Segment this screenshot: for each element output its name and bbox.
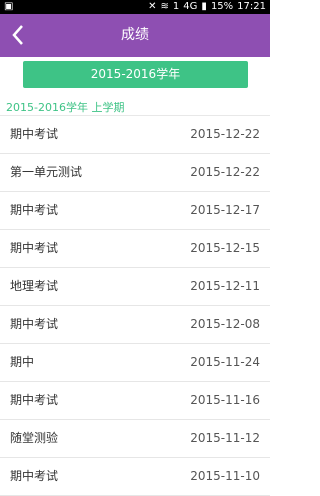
wifi-icon: ≋ bbox=[160, 1, 169, 12]
exam-date: 2015-12-17 bbox=[190, 203, 260, 217]
exam-name: 期中 bbox=[10, 355, 35, 369]
exam-name: 期中考试 bbox=[10, 241, 59, 255]
list-item[interactable]: 期中考试 2015-12-08 bbox=[0, 306, 270, 344]
exam-name: 地理考试 bbox=[10, 279, 59, 293]
list-item[interactable]: 期中考试 2015-11-10 bbox=[0, 458, 270, 496]
list-item[interactable]: 期中考试 2015-12-17 bbox=[0, 192, 270, 230]
signal-icon: ▮ bbox=[201, 1, 207, 12]
battery-level: 15% bbox=[210, 1, 234, 12]
status-left: ▣ bbox=[4, 1, 13, 13]
year-selector-button[interactable]: 2015-2016学年 bbox=[23, 61, 248, 88]
mute-icon: ✕ bbox=[148, 1, 157, 12]
exam-date: 2015-11-12 bbox=[190, 431, 260, 445]
exam-date: 2015-12-08 bbox=[190, 317, 260, 331]
list-item[interactable]: 第一单元测试 2015-12-22 bbox=[0, 154, 270, 192]
list-item[interactable]: 期中考试 2015-12-15 bbox=[0, 230, 270, 268]
exam-date: 2015-11-16 bbox=[190, 393, 260, 407]
status-right: ✕ ≋ 1 4G ▮ 15% 17:21 bbox=[148, 1, 266, 13]
status-bar: ▣ ✕ ≋ 1 4G ▮ 15% 17:21 bbox=[0, 0, 270, 14]
exam-list: 期中考试 2015-12-22 第一单元测试 2015-12-22 期中考试 2015-1… bbox=[0, 116, 270, 496]
exam-name: 期中考试 bbox=[10, 469, 59, 483]
exam-date: 2015-12-22 bbox=[190, 165, 260, 179]
header: 成绩 bbox=[0, 14, 270, 57]
section-title: 2015-2016学年 上学期 bbox=[6, 101, 125, 114]
exam-name: 期中考试 bbox=[10, 317, 59, 331]
list-item[interactable]: 期中考试 2015-12-22 bbox=[0, 116, 270, 154]
exam-date: 2015-11-10 bbox=[190, 469, 260, 483]
list-item[interactable]: 地理考试 2015-12-11 bbox=[0, 268, 270, 306]
list-item[interactable]: 随堂测验 2015-11-12 bbox=[0, 420, 270, 458]
network-label: 4G bbox=[183, 1, 198, 12]
exam-name: 随堂测验 bbox=[10, 431, 59, 445]
exam-date: 2015-12-22 bbox=[190, 127, 260, 141]
exam-date: 2015-11-24 bbox=[190, 355, 260, 369]
exam-date: 2015-12-11 bbox=[190, 279, 260, 293]
exam-name: 期中考试 bbox=[10, 393, 59, 407]
exam-name: 第一单元测试 bbox=[10, 165, 83, 179]
exam-name: 期中考试 bbox=[10, 127, 59, 141]
list-item[interactable]: 期中考试 2015-11-16 bbox=[0, 382, 270, 420]
image-icon: ▣ bbox=[4, 1, 14, 12]
list-item[interactable]: 期中 2015-11-24 bbox=[0, 344, 270, 382]
page-title: 成绩 bbox=[121, 27, 149, 43]
exam-date: 2015-12-15 bbox=[190, 241, 260, 255]
sim-icon: 1 bbox=[172, 1, 180, 12]
exam-name: 期中考试 bbox=[10, 203, 59, 217]
clock: 17:21 bbox=[237, 1, 266, 12]
